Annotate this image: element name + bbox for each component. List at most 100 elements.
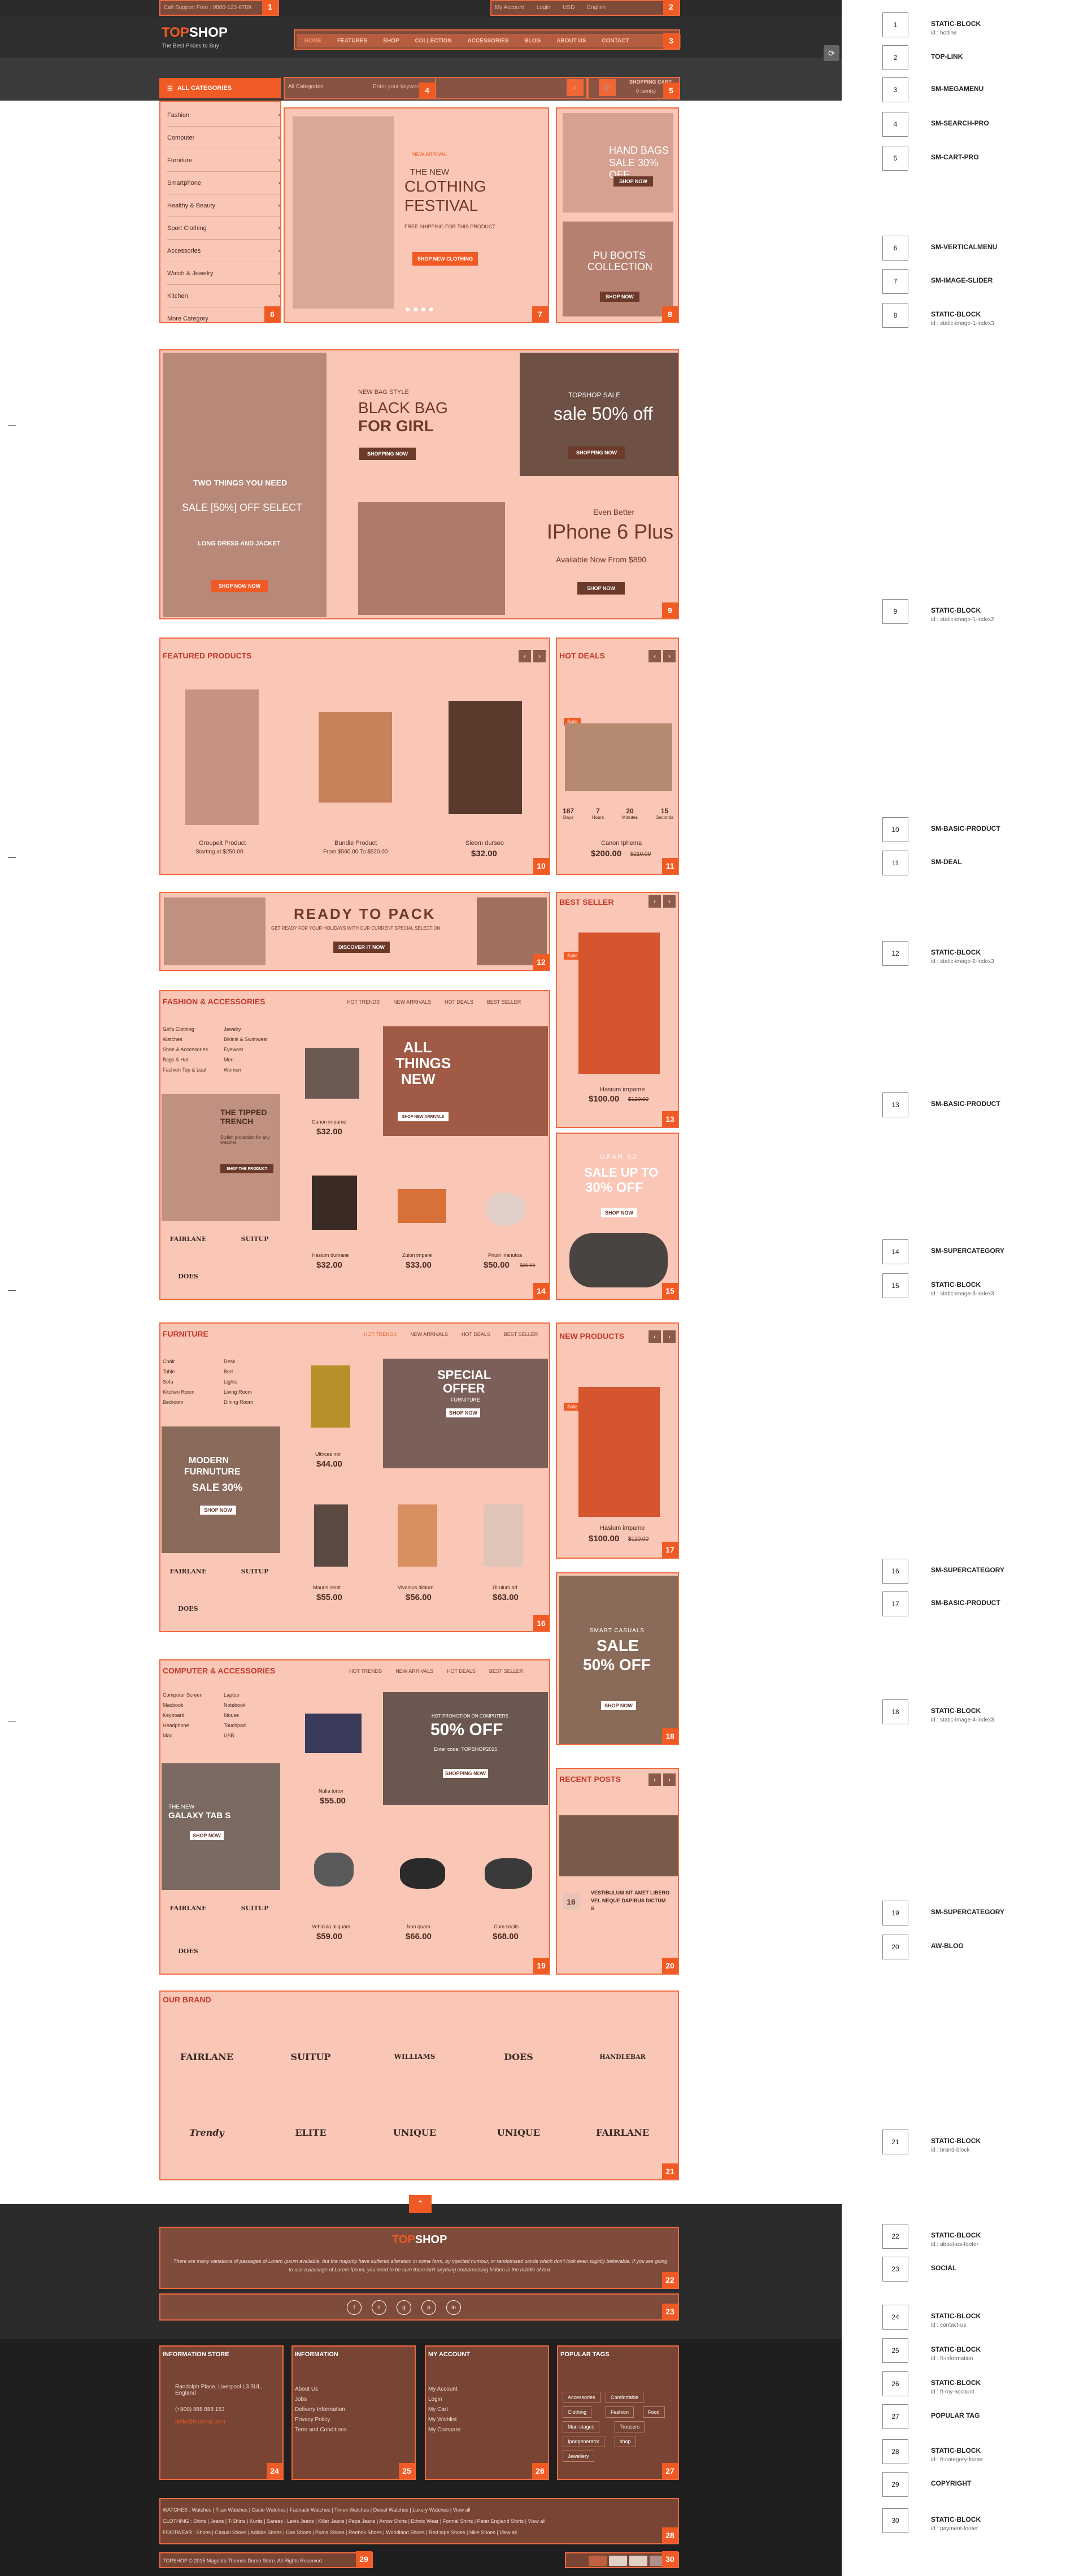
tab-new-arrivals[interactable]: NEW ARRIVALS [393, 999, 431, 1005]
category-link[interactable]: Chair [163, 1359, 175, 1364]
product-name[interactable]: Hasium impame [600, 1086, 645, 1093]
footer-link[interactable]: My Wishlist [428, 2417, 457, 2423]
brand-logo[interactable]: HANDLEBAR [589, 2037, 656, 2076]
tab-best-seller[interactable]: BEST SELLER [504, 1332, 538, 1337]
sidebar-item-sport[interactable]: Sport Clothing › [167, 217, 280, 240]
footer-link[interactable]: My Account [428, 2386, 458, 2392]
prev-arrow-icon[interactable]: ‹ [649, 650, 661, 662]
sidebar-item-beauty[interactable]: Healthy & Beauty › [167, 194, 280, 217]
product-name[interactable]: Hasium dumane [312, 1252, 349, 1258]
category-link[interactable]: Headphone [163, 1723, 189, 1728]
hero-button[interactable]: SHOP NEW ARRIVALS [398, 1112, 449, 1121]
promo-button[interactable]: SHOP NOW [200, 1506, 236, 1515]
brand-logo[interactable]: Trendy [173, 2113, 241, 2152]
tag-link[interactable]: Man-stages [563, 2421, 600, 2432]
tab-hot-deals[interactable]: HOT DEALS [445, 999, 473, 1005]
brand-logo[interactable]: WILLIAMS [381, 2037, 449, 2076]
category-link[interactable]: Sofa [163, 1379, 173, 1385]
category-link[interactable]: Computer Screen [163, 1692, 203, 1698]
sidebar-item-furniture[interactable]: Furniture › [167, 149, 280, 172]
tab-new-arrivals[interactable]: NEW ARRIVALS [395, 1668, 433, 1674]
google-plus-icon[interactable]: g [397, 2300, 411, 2315]
tag-link[interactable]: Food [643, 2406, 665, 2418]
watches-links[interactable]: WATCHES : Watches | Titan Watches | Casi… [163, 2507, 471, 2513]
brand-logo[interactable]: SUITUP [277, 2037, 345, 2076]
tab-hot-trends[interactable]: HOT TRENDS [347, 999, 380, 1005]
post-title[interactable]: VESTIBULUM SIT AMET LIBERO VEL NEQUE DAP… [591, 1889, 670, 1913]
product-name[interactable]: Non quam [407, 1924, 430, 1929]
trench-button[interactable]: SHOP THE PRODUCT [220, 1164, 273, 1173]
category-link[interactable]: Jewelry [224, 1026, 241, 1032]
product-name[interactable]: Cum sociis [494, 1924, 519, 1929]
tab-best-seller[interactable]: BEST SELLER [489, 1668, 523, 1674]
product-name[interactable]: Canon impame [312, 1119, 346, 1125]
category-link[interactable]: Shoe & Accessories [163, 1047, 208, 1052]
tab-new-arrivals[interactable]: NEW ARRIVALS [410, 1332, 448, 1337]
slider-dots[interactable] [406, 307, 433, 311]
brand-logo[interactable]: FAIRLANE [163, 1560, 214, 1582]
category-link[interactable]: Dining Room [224, 1399, 253, 1405]
footer-link[interactable]: Privacy Policy [295, 2417, 330, 2423]
product-name[interactable]: Mauris sentt [313, 1585, 341, 1590]
category-link[interactable]: Bikinis & Swimwear [224, 1037, 268, 1042]
tag-link[interactable]: shop [615, 2436, 636, 2447]
category-link[interactable]: Girl's Clothing [163, 1026, 194, 1032]
prev-arrow-icon[interactable]: ‹ [649, 1330, 661, 1343]
footer-link[interactable]: Login [428, 2396, 442, 2402]
tag-link[interactable]: Ipodgenerator [563, 2436, 605, 2447]
category-link[interactable]: Women [224, 1067, 241, 1073]
tab-hot-deals[interactable]: HOT DEALS [447, 1668, 476, 1674]
twitter-icon[interactable]: t [372, 2300, 386, 2315]
sidebar-item-computer[interactable]: Computer › [167, 127, 280, 149]
footer-link[interactable]: My Cart [428, 2406, 448, 2413]
category-link[interactable]: USB [224, 1733, 234, 1738]
next-arrow-icon[interactable]: › [663, 650, 676, 662]
category-link[interactable]: Desk [224, 1359, 236, 1364]
category-link[interactable]: Fashion Top & Leaf [163, 1067, 206, 1073]
brand-logo[interactable]: FAIRLANE [173, 2037, 241, 2076]
linkedin-icon[interactable]: in [446, 2300, 461, 2315]
tag-link[interactable]: Jewellery [563, 2451, 594, 2462]
footwear-links[interactable]: FOOTWEAR : Shoes | Casual Shoes | Adidas… [163, 2530, 517, 2535]
product-name[interactable]: Hasium impame [600, 1525, 645, 1532]
product-name[interactable]: Bundle Product [334, 840, 377, 847]
categories-toggle[interactable]: ☰ ALL CATEGORIES [159, 78, 281, 98]
brand-logo[interactable]: FAIRLANE [589, 2113, 656, 2152]
tab-hot-trends[interactable]: HOT TRENDS [349, 1668, 382, 1674]
ready-button[interactable]: DISCOVER IT NOW [333, 942, 390, 953]
category-link[interactable]: Bedroom [163, 1399, 184, 1405]
brand-logo[interactable]: ELITE [277, 2113, 345, 2152]
brand-logo[interactable]: UNIQUE [485, 2113, 552, 2152]
category-link[interactable]: Mac [163, 1733, 172, 1738]
category-link[interactable]: Bed [224, 1369, 233, 1374]
product-name[interactable]: Vivamus dictum [398, 1585, 433, 1590]
sale-button[interactable]: SHOP NOW [601, 1208, 637, 1217]
category-link[interactable]: Table [163, 1369, 175, 1374]
topshop-button[interactable]: SHOPPING NOW [568, 446, 625, 459]
tab-best-seller[interactable]: BEST SELLER [487, 999, 521, 1005]
category-link[interactable]: Mouse [224, 1712, 239, 1718]
category-link[interactable]: Men [224, 1057, 234, 1063]
scroll-top-icon[interactable]: ⟳ [824, 45, 839, 61]
logo[interactable]: TOPSHOP [162, 25, 228, 41]
product-name[interactable]: Nulla tortor [319, 1788, 343, 1794]
category-link[interactable]: Watches [163, 1037, 182, 1042]
footer-link[interactable]: My Compare [428, 2427, 460, 2433]
next-arrow-icon[interactable]: › [663, 895, 676, 908]
brand-logo[interactable]: DOES [163, 1940, 214, 1962]
bag-button[interactable]: SHOPPING NOW [359, 448, 416, 460]
galaxy-button[interactable]: SHOP NOW [190, 1831, 224, 1840]
category-link[interactable]: Lights [224, 1379, 237, 1385]
special-button[interactable]: SHOP NOW [446, 1408, 480, 1417]
brand-logo[interactable]: SUITUP [229, 1897, 280, 1919]
hero-button[interactable]: SHOPPING NOW [443, 1769, 488, 1778]
category-link[interactable]: Eyewear [224, 1047, 243, 1052]
category-link[interactable]: Living Room [224, 1389, 252, 1395]
tag-link[interactable]: Comfortable [606, 2392, 644, 2403]
brand-logo[interactable]: SUITUP [229, 1228, 280, 1250]
product-name[interactable]: Priuin inanutoa [488, 1252, 522, 1258]
sidebar-item-more[interactable]: More Category [167, 307, 280, 330]
category-link[interactable]: Keyboard [163, 1712, 185, 1718]
category-link[interactable]: Notebook [224, 1702, 246, 1708]
tag-link[interactable]: Trousers [615, 2421, 645, 2432]
